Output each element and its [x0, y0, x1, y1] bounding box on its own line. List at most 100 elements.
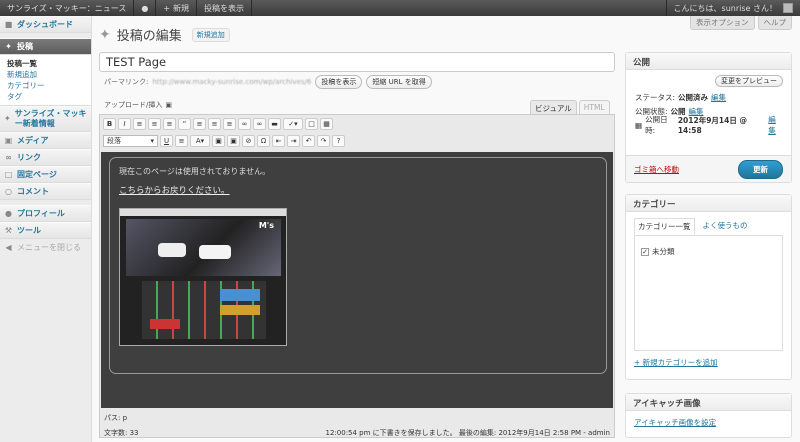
menu-posts[interactable]: ✦ 投稿 [0, 38, 91, 55]
preview-changes-button[interactable]: 変更をプレビュー [715, 75, 783, 87]
avatar [783, 3, 793, 13]
page-title: 投稿の編集 [116, 29, 182, 44]
comments-icon[interactable]: ● [134, 0, 157, 16]
new-content-menu[interactable]: + 新規 [156, 0, 198, 16]
align-left-icon[interactable]: ≡ [193, 117, 206, 130]
update-button[interactable]: 更新 [738, 159, 783, 179]
upload-insert-label: アップロード/挿入 [104, 101, 163, 109]
add-media-icon[interactable]: ▣ [165, 101, 172, 109]
editor-content-area[interactable]: 現在このページは使用されておりません。 こちらからお戻りください。 M's [101, 152, 613, 408]
admin-menu: ■ ダッシュボード ✦ 投稿 投稿一覧 新規追加 カテゴリー タグ ✦ サンライズ・マ… [0, 16, 92, 442]
chevron-down-icon: ▾ [150, 136, 154, 145]
menu-pages[interactable]: □ 固定ページ [0, 166, 91, 183]
format-select[interactable]: 段落 ▾ [103, 134, 158, 147]
word-count: 文字数: 33 [104, 429, 139, 437]
move-to-trash-link[interactable]: ゴミ箱へ移動 [634, 164, 679, 175]
thumb-logo: M's [258, 221, 274, 230]
numbered-list-icon[interactable]: ≡ [163, 117, 176, 130]
embedded-screenshot-image[interactable]: M's [119, 208, 287, 346]
edit-status-link[interactable]: 編集 [711, 92, 726, 103]
publish-date: 2012年9月14日 @ 14:58 [677, 116, 747, 135]
fullscreen-icon[interactable]: □ [305, 117, 318, 130]
collapse-arrow-icon: ◀ [5, 243, 12, 252]
insert-link-icon[interactable]: ∞ [238, 117, 251, 130]
pin-icon: ✦ [99, 26, 111, 43]
pin-icon: ✦ [5, 42, 12, 51]
kitchen-sink-icon[interactable]: ▦ [320, 117, 333, 130]
bold-icon[interactable]: B [103, 117, 116, 130]
unlink-icon[interactable]: ∞ [253, 117, 266, 130]
menu-profile[interactable]: ● プロフィール [0, 205, 91, 222]
justify-icon[interactable]: ≡ [175, 134, 188, 147]
media-icon: ▣ [4, 136, 13, 145]
menu-comments[interactable]: ○ コメント [0, 183, 91, 200]
help-button[interactable]: ヘルプ [757, 16, 792, 30]
paste-text-icon[interactable]: ▣ [212, 134, 225, 147]
submenu-categories[interactable]: カテゴリー [7, 80, 91, 91]
edit-date-link[interactable]: 編集 [768, 114, 782, 136]
indent-icon[interactable]: ⇥ [287, 134, 300, 147]
underline-icon[interactable]: U [160, 134, 173, 147]
spellcheck-icon[interactable]: ✓▾ [283, 117, 303, 130]
remove-format-icon[interactable]: ⊘ [242, 134, 255, 147]
submenu-all-posts[interactable]: 投稿一覧 [7, 58, 91, 69]
set-featured-image-link[interactable]: アイキャッチ画像を設定 [626, 411, 791, 434]
menu-dashboard[interactable]: ■ ダッシュボード [0, 16, 91, 33]
menu-sunrise-news[interactable]: ✦ サンライズ・マッキー新着情報 [0, 106, 91, 132]
account-menu[interactable]: こんにちは、sunrise さん！ [665, 0, 800, 16]
align-right-icon[interactable]: ≡ [223, 117, 236, 130]
permalink-url[interactable]: http://www.macky-sunrise.com/wp/archives… [152, 78, 311, 86]
align-center-icon[interactable]: ≡ [208, 117, 221, 130]
post-status: 公開済み [678, 92, 709, 102]
menu-media[interactable]: ▣ メディア [0, 132, 91, 149]
content-text: 現在このページは使用されておりません。 [119, 167, 271, 176]
tab-popular-categories[interactable]: よく使うもの [703, 218, 748, 235]
publish-box-title: 公開 [626, 53, 791, 70]
submenu-add-new[interactable]: 新規追加 [7, 69, 91, 80]
menu-tools[interactable]: ⚒ ツール [0, 222, 91, 239]
calendar-icon: ▦ [635, 120, 643, 130]
permalink-label: パーマリンク: [104, 78, 149, 86]
redo-icon[interactable]: ↷ [317, 134, 330, 147]
site-name-link[interactable]: サンライズ・マッキー：ニュース [0, 0, 135, 16]
undo-icon[interactable]: ↶ [302, 134, 315, 147]
add-new-category-link[interactable]: + 新規カテゴリーを追加 [626, 351, 791, 374]
view-post-button[interactable]: 投稿を表示 [315, 75, 363, 89]
editor-path: パス: p [104, 414, 128, 422]
categories-box-title: カテゴリー [626, 195, 791, 212]
blockquote-icon[interactable]: “ [178, 117, 191, 130]
screen-options-button[interactable]: 表示オプション [690, 16, 755, 30]
text-color-icon[interactable]: A▾ [190, 134, 210, 147]
plus-icon: + [163, 3, 171, 13]
special-character-icon[interactable]: Ω [257, 134, 270, 147]
wrench-icon: ⚒ [4, 226, 13, 235]
paste-word-icon[interactable]: ▣ [227, 134, 240, 147]
autosave-status: 12:00:54 pm に下書きを保存しました。 最後の編集: 2012年9月1… [325, 429, 610, 437]
collapse-menu-button[interactable]: ◀ メニューを閉じる [0, 239, 91, 256]
outdent-icon[interactable]: ⇤ [272, 134, 285, 147]
italic-icon[interactable]: I [118, 117, 131, 130]
category-checkbox[interactable]: ✓ [641, 247, 649, 256]
featured-image-box: アイキャッチ画像 アイキャッチ画像を設定 [625, 393, 792, 438]
view-post-link[interactable]: 投稿を表示 [197, 0, 253, 16]
dashboard-icon: ■ [4, 20, 13, 29]
add-new-button[interactable]: 新規追加 [191, 27, 230, 42]
post-title-input[interactable]: TEST Page [99, 52, 615, 72]
link-icon: ∞ [5, 153, 12, 162]
tab-all-categories[interactable]: カテゴリー一覧 [634, 218, 695, 235]
get-shortlink-button[interactable]: 短縮 URL を取得 [366, 75, 432, 89]
help-icon[interactable]: ? [332, 134, 345, 147]
user-icon: ● [5, 209, 12, 218]
admin-bar: サンライズ・マッキー：ニュース ● + 新規 投稿を表示 こんにちは、sunris… [0, 0, 800, 16]
strikethrough-icon[interactable]: ≡ [133, 117, 146, 130]
posts-submenu: 投稿一覧 新規追加 カテゴリー タグ [0, 55, 91, 106]
bullet-list-icon[interactable]: ≡ [148, 117, 161, 130]
category-item[interactable]: ✓ 未分類 [641, 246, 776, 257]
featured-image-title: アイキャッチ画像 [626, 394, 791, 411]
comment-icon: ○ [5, 187, 12, 196]
post-editor: B I ≡ ≡ ≡ “ ≡ ≡ ≡ ∞ ∞ ▬ ✓▾ □ ▦ 段落 ▾ U ≡ A… [99, 114, 615, 438]
menu-links[interactable]: ∞ リンク [0, 149, 91, 166]
more-tag-icon[interactable]: ▬ [268, 117, 281, 130]
content-return-link[interactable]: こちらからお戻りください。 [119, 184, 597, 196]
submenu-tags[interactable]: タグ [7, 91, 91, 102]
